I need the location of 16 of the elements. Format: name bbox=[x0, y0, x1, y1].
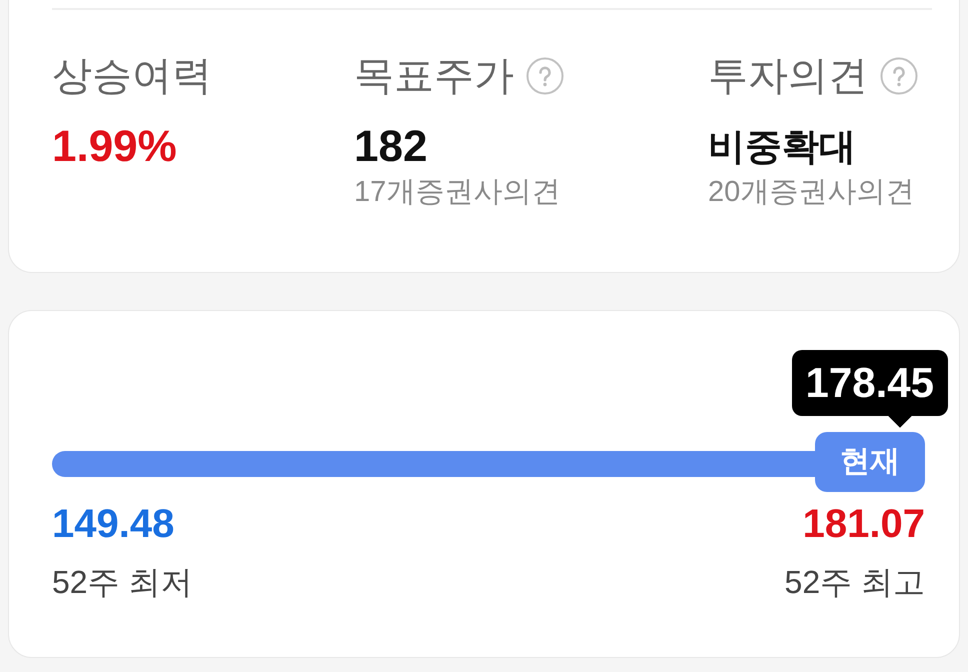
range-end-price: 149.48 bbox=[52, 501, 176, 548]
stat-label: 투자의견 bbox=[708, 53, 868, 100]
stat-value: 1.99% bbox=[52, 121, 177, 173]
help-icon[interactable] bbox=[526, 57, 564, 95]
current-marker: 현재 bbox=[815, 432, 925, 492]
stat-note: 17개증권사의견 bbox=[354, 175, 560, 210]
range-end-label: 52주 최저 bbox=[52, 563, 192, 602]
range-end-label: 52주 최고 bbox=[784, 563, 925, 602]
help-icon[interactable] bbox=[880, 57, 918, 95]
stat-label: 상승여력 bbox=[52, 53, 212, 100]
stat-note: 20개증권사의견 bbox=[708, 175, 914, 210]
current-price-tooltip: 178.45 bbox=[792, 350, 948, 428]
stat-label: 목표주가 bbox=[354, 53, 514, 100]
stat-value: 비중확대 bbox=[708, 125, 856, 169]
stat-value: 182 bbox=[354, 121, 428, 173]
range-end-price: 181.07 bbox=[802, 501, 925, 548]
